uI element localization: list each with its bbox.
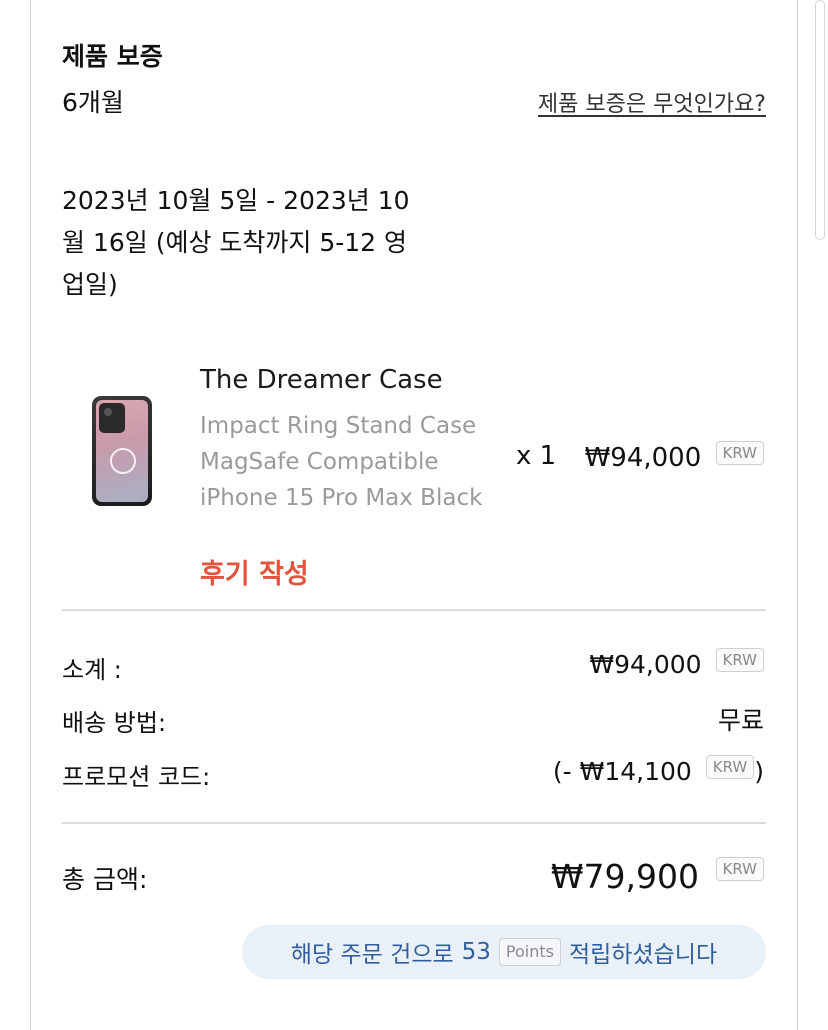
magsafe-ring-icon xyxy=(110,448,136,474)
total-value: ₩79,900 xyxy=(550,857,700,896)
scrollbar[interactable] xyxy=(815,0,825,240)
product-price-group: ₩94,000 KRW xyxy=(585,441,764,473)
points-unit-badge: Points xyxy=(498,938,561,966)
camera-module-icon xyxy=(99,403,125,433)
warranty-period: 6개월 xyxy=(62,88,124,117)
delivery-estimate: 2023년 10월 5일 - 2023년 10월 16일 (예상 도착까지 5-… xyxy=(62,186,410,299)
promo-suffix: ) xyxy=(754,757,764,786)
currency-badge: KRW xyxy=(705,755,755,779)
currency-badge: KRW xyxy=(715,857,764,881)
currency-badge: KRW xyxy=(715,441,764,465)
points-prefix: 해당 주문 건으로 xyxy=(290,942,454,968)
subtotal-group: ₩94,000 KRW xyxy=(589,648,764,679)
shipping-label: 배송 방법: xyxy=(62,709,167,737)
promo-discount-group: (- ₩14,100 KRW) xyxy=(553,755,764,786)
subtotal-label: 소계 : xyxy=(62,656,122,684)
promo-prefix: (- xyxy=(552,757,580,786)
warranty-title: 제품 보증 xyxy=(62,42,163,71)
points-suffix: 적립하셨습니다 xyxy=(568,942,718,968)
phone-case-image xyxy=(96,400,148,502)
points-earned-banner: 해당 주문 건으로 53 Points 적립하셨습니다 xyxy=(242,925,766,979)
product-price: ₩94,000 xyxy=(584,443,702,473)
product-quantity: x 1 xyxy=(516,441,557,471)
currency-badge: KRW xyxy=(715,648,764,672)
shipping-value: 무료 xyxy=(717,706,764,735)
product-description: Impact Ring Stand Case MagSafe Compatibl… xyxy=(200,413,483,511)
divider xyxy=(62,822,766,824)
write-review-link[interactable]: 후기 작성 xyxy=(200,552,309,591)
total-label: 총 금액: xyxy=(62,865,148,894)
subtotal-value: ₩94,000 xyxy=(589,650,702,679)
points-amount: 53 xyxy=(461,939,491,965)
divider xyxy=(62,609,766,611)
product-name[interactable]: The Dreamer Case xyxy=(200,365,443,395)
promo-code-label: 프로모션 코드: xyxy=(62,763,211,791)
product-thumbnail[interactable] xyxy=(92,396,152,506)
promo-discount-value: ₩14,100 xyxy=(579,757,692,786)
warranty-info-link[interactable]: 제품 보증은 무엇인가요? xyxy=(538,86,766,118)
total-group: ₩79,900 KRW xyxy=(551,857,764,896)
